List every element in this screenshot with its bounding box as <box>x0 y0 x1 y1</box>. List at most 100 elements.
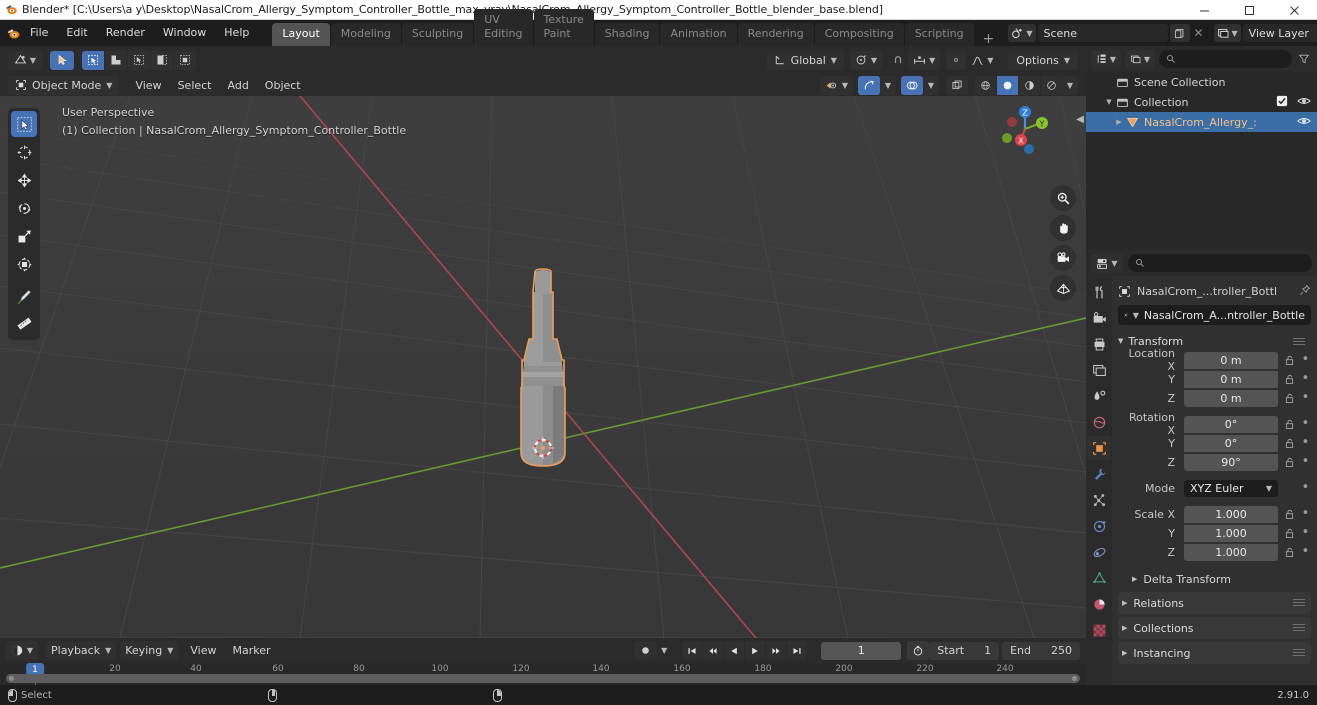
menu-window[interactable]: Window <box>154 23 215 43</box>
instancing-panel[interactable]: ▶ Instancing <box>1118 642 1311 664</box>
view-layer-tab-icon[interactable] <box>1087 358 1111 382</box>
scale-x-animate-dot[interactable]: • <box>1300 507 1311 520</box>
relations-triangle[interactable]: ▶ <box>1122 599 1127 607</box>
rotation-z-lock-icon[interactable] <box>1282 457 1296 468</box>
object-name-field[interactable]: ▼ NasalCrom_A...ntroller_Bottle <box>1118 305 1311 325</box>
gizmo-settings-dropdown[interactable]: ▼ <box>880 75 896 95</box>
tab-modeling[interactable]: Modeling <box>330 23 401 46</box>
outliner-row-scene-collection[interactable]: Scene Collection <box>1086 72 1317 92</box>
menu-help[interactable]: Help <box>215 23 258 43</box>
transform-expand-triangle[interactable]: ▼ <box>1118 337 1123 345</box>
scale-y-animate-dot[interactable]: • <box>1300 526 1311 539</box>
timeline-body[interactable]: 20 40 60 80 100 120 140 160 180 200 220 240 1 <box>0 663 1086 685</box>
scale-y-lock-icon[interactable] <box>1282 528 1296 539</box>
scene-name-field[interactable]: Scene <box>1037 24 1168 42</box>
cursor-tool-icon[interactable] <box>11 139 37 165</box>
location-x-field[interactable]: 0 m <box>1184 351 1278 369</box>
frame-end-field[interactable]: End 250 <box>1002 641 1080 660</box>
transform-tool-icon[interactable] <box>11 251 37 277</box>
collections-triangle[interactable]: ▶ <box>1122 624 1127 632</box>
add-workspace-button[interactable]: + <box>975 32 1003 46</box>
proportional-falloff-dropdown[interactable]: ▼ <box>966 51 998 70</box>
play-button[interactable] <box>745 641 766 660</box>
tab-sculpting[interactable]: Sculpting <box>401 23 474 46</box>
tab-rendering[interactable]: Rendering <box>737 23 814 46</box>
prev-keyframe-button[interactable] <box>703 641 724 660</box>
select-circle-icon[interactable] <box>105 50 127 70</box>
tweak-tool-icon[interactable] <box>11 111 37 137</box>
pivot-point-dropdown[interactable]: ▼ <box>849 50 883 70</box>
rotation-y-animate-dot[interactable]: • <box>1300 436 1311 449</box>
timeline-menu-playback[interactable]: Playback ▼ <box>46 641 117 660</box>
instancing-triangle[interactable]: ▶ <box>1122 649 1127 657</box>
proportional-edit-toggle[interactable] <box>946 50 967 70</box>
zoom-icon[interactable] <box>1050 185 1076 211</box>
hand-icon[interactable] <box>1050 215 1076 241</box>
camera-icon[interactable] <box>1050 245 1076 271</box>
current-frame-field[interactable]: 1 <box>821 641 902 660</box>
keying-settings-dropdown[interactable]: ▼ <box>656 641 672 660</box>
view-layer-name-field[interactable]: View Layer <box>1242 24 1317 42</box>
move-tool-icon[interactable] <box>11 167 37 193</box>
tool-tab-icon[interactable] <box>1087 280 1111 304</box>
object-data-tab-icon[interactable] <box>1087 566 1111 590</box>
scene-tab-icon[interactable] <box>1087 384 1111 408</box>
rotate-tool-icon[interactable] <box>11 195 37 221</box>
scale-y-field[interactable]: 1.000 <box>1184 524 1278 542</box>
location-z-field[interactable]: 0 m <box>1184 389 1278 407</box>
shading-rendered-icon[interactable] <box>1041 75 1062 95</box>
view-layer-browse-button[interactable]: ▼ <box>1213 24 1241 42</box>
constraints-tab-icon[interactable] <box>1087 540 1111 564</box>
select-box-icon[interactable] <box>82 50 104 70</box>
select-lasso-icon[interactable] <box>128 50 150 70</box>
grid-ortho-icon[interactable] <box>1050 275 1076 301</box>
viewport-menu-object[interactable]: Object <box>257 77 309 94</box>
tab-scripting[interactable]: Scripting <box>904 23 974 46</box>
outliner-filter-icon[interactable] <box>1296 53 1312 65</box>
timeline-menu-view[interactable]: View <box>182 642 224 659</box>
outliner-display-mode-dropdown[interactable]: ▼ <box>1125 49 1155 69</box>
location-x-lock-icon[interactable] <box>1282 355 1296 366</box>
annotate-tool-icon[interactable] <box>11 283 37 309</box>
location-y-animate-dot[interactable]: • <box>1300 372 1311 385</box>
particles-tab-icon[interactable] <box>1087 488 1111 512</box>
maximize-button[interactable] <box>1227 0 1272 20</box>
jump-to-end-button[interactable] <box>787 641 808 660</box>
timeline-editor-type-icon[interactable]: ▼ <box>6 641 38 660</box>
scale-z-field[interactable]: 1.000 <box>1184 543 1278 561</box>
scale-z-lock-icon[interactable] <box>1282 547 1296 558</box>
rotation-x-lock-icon[interactable] <box>1282 419 1296 430</box>
properties-search-input[interactable] <box>1128 254 1312 272</box>
menu-render[interactable]: Render <box>97 23 154 43</box>
shading-settings-dropdown[interactable]: ▼ <box>1062 75 1078 95</box>
shading-wireframe-icon[interactable] <box>975 75 996 95</box>
output-tab-icon[interactable] <box>1087 332 1111 356</box>
select-subtract-icon[interactable] <box>151 50 173 70</box>
object-browse-chevron-icon[interactable]: ▼ <box>1133 311 1139 320</box>
navigation-gizmo[interactable]: Z Y X <box>996 100 1054 158</box>
properties-editor-type-icon[interactable]: ▼ <box>1091 253 1123 273</box>
tab-compositing[interactable]: Compositing <box>814 23 904 46</box>
rotation-mode-animate-dot[interactable]: • <box>1300 481 1311 494</box>
render-tab-icon[interactable] <box>1087 306 1111 330</box>
snap-magnet-icon[interactable] <box>888 51 908 70</box>
3d-viewport[interactable]: User Perspective (1) Collection | NasalC… <box>0 96 1086 638</box>
rotation-z-animate-dot[interactable]: • <box>1300 455 1311 468</box>
tab-layout[interactable]: Layout <box>272 23 330 46</box>
rotation-y-lock-icon[interactable] <box>1282 438 1296 449</box>
object-tab-icon[interactable] <box>1087 436 1111 460</box>
menu-edit[interactable]: Edit <box>57 23 96 43</box>
delta-transform-panel[interactable]: ▶ Delta Transform <box>1118 569 1311 589</box>
collection-visibility-eye-icon[interactable] <box>1297 95 1311 110</box>
world-tab-icon[interactable] <box>1087 410 1111 434</box>
location-z-animate-dot[interactable]: • <box>1300 391 1311 404</box>
xray-toggle[interactable] <box>946 75 968 95</box>
jump-to-start-button[interactable] <box>682 641 703 660</box>
blender-logo-icon[interactable] <box>6 26 21 41</box>
play-reverse-button[interactable] <box>724 641 745 660</box>
collection-checkbox[interactable] <box>1276 95 1288 110</box>
scene-browse-button[interactable]: ▼ <box>1008 24 1036 42</box>
scale-z-animate-dot[interactable]: • <box>1300 545 1311 558</box>
modifier-tab-icon[interactable] <box>1087 462 1111 486</box>
close-button[interactable] <box>1272 0 1317 20</box>
